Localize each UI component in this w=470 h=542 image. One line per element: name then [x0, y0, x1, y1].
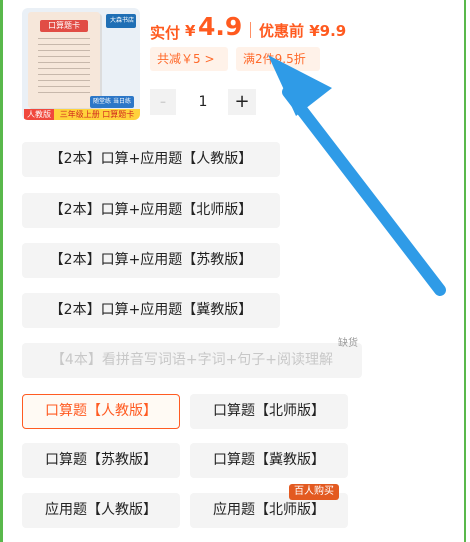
price-separator [250, 22, 251, 38]
cover-lines [38, 38, 90, 96]
quantity-minus-button[interactable]: - [150, 89, 176, 115]
sku-kousuan-beishi[interactable]: 口算题【北师版】 [190, 394, 348, 429]
discount-promo-button[interactable]: 共减￥5 > [150, 47, 228, 71]
sku-2-books-renjiao[interactable]: 【2本】口算+应用题【人教版】 [22, 142, 280, 177]
sku-2-books-jijiao[interactable]: 【2本】口算+应用题【冀教版】 [22, 293, 280, 328]
brand-text: 大森书店 [110, 17, 135, 24]
sku-4-books-reading[interactable]: 【4本】看拼音写词语+字词+句子+阅读理解 [22, 343, 362, 378]
price-before-discount: 优惠前 ¥9.9 [259, 22, 347, 40]
hot-sales-tag: 百人购买 [289, 484, 339, 500]
sku-kousuan-renjiao[interactable]: 口算题【人教版】 [22, 394, 180, 429]
product-thumbnail[interactable]: 口算题卡 大森书店 随堂练 当日练 人教版 三年级上册 口算题卡 [22, 8, 140, 120]
sku-2-books-sujiao[interactable]: 【2本】口算+应用题【苏教版】 [22, 243, 280, 278]
product-cover-image: 口算题卡 [28, 12, 100, 108]
cover-title: 口算题卡 [40, 20, 88, 32]
quantity-value[interactable]: 1 [186, 89, 220, 115]
price-value: 4.9 [198, 12, 243, 41]
series-badge: 三年级上册 口算题卡 [54, 109, 140, 120]
sku-kousuan-sujiao[interactable]: 口算题【苏教版】 [22, 443, 180, 478]
price-currency: ¥ [185, 22, 196, 40]
quantity-stepper: - 1 + [150, 89, 256, 115]
sku-yingyong-renjiao[interactable]: 应用题【人教版】 [22, 493, 180, 528]
bundle-promo-badge[interactable]: 满2件9.5折 [236, 47, 320, 71]
out-of-stock-tag: 缺货 [338, 338, 358, 349]
price-label: 实付 [150, 24, 181, 42]
quantity-plus-button[interactable]: + [228, 89, 256, 115]
sku-2-books-beishi[interactable]: 【2本】口算+应用题【北师版】 [22, 193, 280, 228]
sku-kousuan-jijiao[interactable]: 口算题【冀教版】 [190, 443, 348, 478]
cover-tag: 随堂练 当日练 [90, 96, 134, 108]
edition-badge: 人教版 [24, 109, 54, 120]
